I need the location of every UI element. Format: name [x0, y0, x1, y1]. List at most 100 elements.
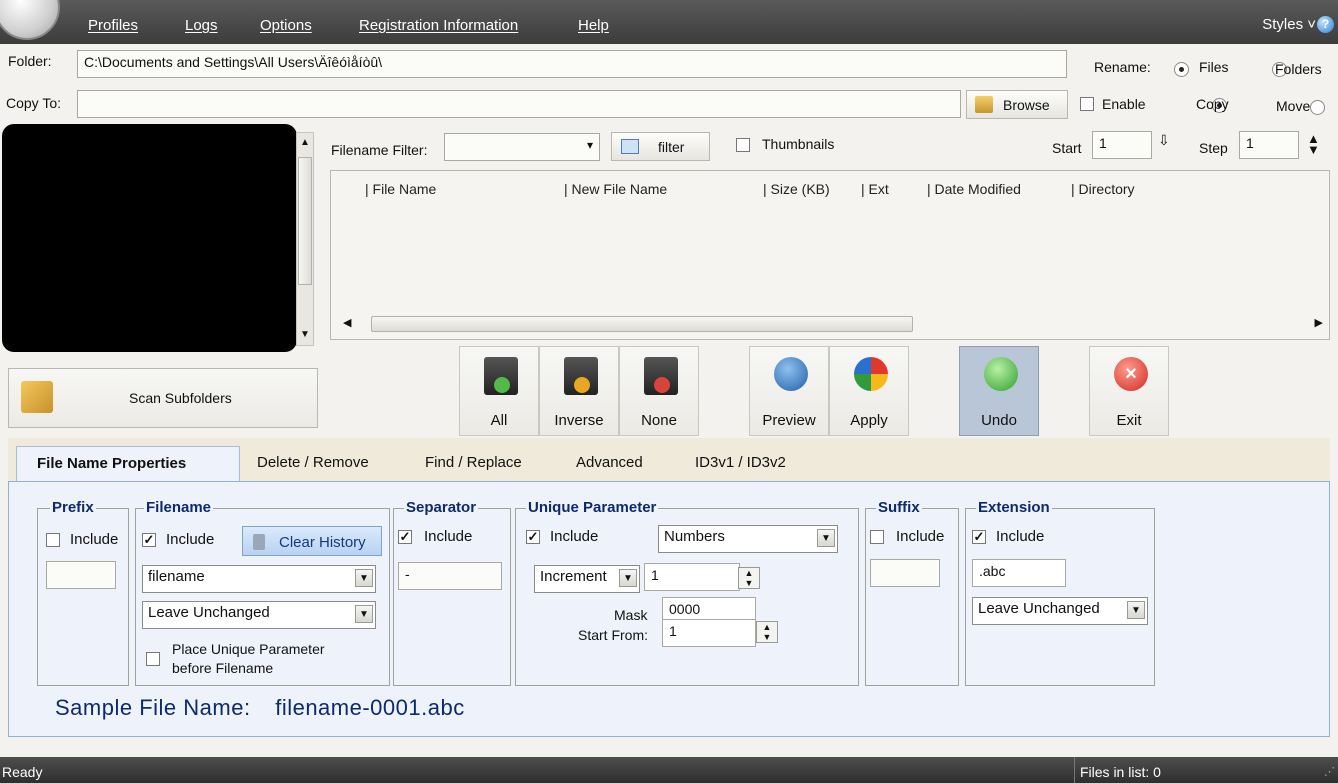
copy-to-input[interactable]: [77, 90, 961, 118]
tab-delete-remove[interactable]: Delete / Remove: [257, 454, 369, 471]
separator-input[interactable]: -: [398, 562, 502, 590]
select-none-button[interactable]: None: [619, 346, 699, 436]
filter-button[interactable]: filter: [611, 132, 710, 161]
filename-title: Filename: [144, 499, 214, 516]
menu-registration-information[interactable]: Registration Information: [359, 17, 518, 34]
help-icon[interactable]: ?: [1317, 16, 1334, 33]
file-list[interactable]: | File Name | New File Name | Size (KB) …: [330, 170, 1330, 340]
extension-include-label: Include: [996, 528, 1045, 545]
start-input[interactable]: 1: [1092, 131, 1152, 159]
clear-history-button[interactable]: Clear History: [242, 526, 382, 556]
extension-title: Extension: [976, 499, 1052, 516]
move-radio[interactable]: [1309, 99, 1325, 115]
column-header[interactable]: | Directory: [1071, 181, 1135, 197]
undo-button[interactable]: Undo: [959, 346, 1039, 436]
sample-file-name: Sample File Name: filename-0001.abc: [55, 695, 465, 721]
place-unique-checkbox[interactable]: [146, 652, 160, 666]
menu-options[interactable]: Options: [260, 17, 312, 34]
tab-id3[interactable]: ID3v1 / ID3v2: [695, 454, 786, 471]
separator-group: Separator ✓ Include -: [393, 499, 511, 686]
scroll-up-icon[interactable]: ▲: [300, 137, 310, 148]
increment-spinner-icon[interactable]: ▲ ▼: [738, 567, 760, 589]
column-header[interactable]: | Date Modified: [927, 181, 1021, 197]
step-input[interactable]: 1: [1239, 131, 1299, 159]
col-file-name: File Name: [372, 181, 437, 197]
clear-history-label: Clear History: [279, 534, 366, 551]
suffix-input[interactable]: [870, 559, 940, 587]
select-none-icon: [644, 357, 678, 395]
prefix-include-checkbox[interactable]: [46, 533, 60, 547]
folder-tree-redacted[interactable]: [2, 124, 297, 352]
folder-tree-scrollbar[interactable]: ▲ ▼: [296, 132, 314, 346]
extension-case-combo[interactable]: Leave Unchanged ▼: [972, 597, 1148, 625]
resize-grip-icon[interactable]: ⋰: [1324, 765, 1335, 778]
unique-type-combo[interactable]: Numbers ▼: [658, 525, 838, 553]
rename-files-radio[interactable]: [1174, 61, 1189, 77]
filename-include-checkbox[interactable]: ✓: [142, 533, 156, 547]
tab-file-name-properties[interactable]: File Name Properties: [16, 446, 240, 484]
dropdown-arrow-icon[interactable]: ▾: [587, 138, 593, 152]
filename-filter-combo[interactable]: ▾: [444, 133, 600, 161]
scroll-down-icon[interactable]: ▼: [300, 329, 310, 340]
scroll-thumb[interactable]: [298, 157, 312, 285]
column-header[interactable]: | Size (KB): [763, 181, 830, 197]
enable-checkbox[interactable]: [1080, 97, 1094, 111]
select-all-button[interactable]: All: [459, 346, 539, 436]
dropdown-arrow-icon[interactable]: ▼: [1127, 601, 1145, 619]
start-from-spinner-icon[interactable]: ▲ ▼: [756, 621, 778, 643]
folder-input[interactable]: C:\Documents and Settings\All Users\Äîêó…: [77, 50, 1067, 78]
select-all-label: All: [490, 412, 508, 429]
place-unique-label-2: before Filename: [172, 660, 274, 676]
exit-button[interactable]: × Exit: [1089, 346, 1169, 436]
menu-logs[interactable]: Logs: [185, 17, 218, 34]
file-list-hscrollbar[interactable]: ◀ ▶: [343, 314, 1323, 334]
select-inverse-button[interactable]: Inverse: [539, 346, 619, 436]
tab-find-replace[interactable]: Find / Replace: [425, 454, 522, 471]
column-header[interactable]: | New File Name: [564, 181, 667, 197]
app-logo-icon[interactable]: [0, 0, 60, 40]
dropdown-arrow-icon[interactable]: ▼: [619, 569, 637, 587]
start-spin-icon[interactable]: ⇩: [1158, 132, 1170, 149]
sample-label: Sample File Name:: [55, 695, 251, 720]
copy-label: Copy: [1196, 96, 1229, 112]
filename-case-combo[interactable]: Leave Unchanged ▼: [142, 601, 376, 629]
unique-include-checkbox[interactable]: ✓: [526, 530, 540, 544]
suffix-title: Suffix: [876, 499, 922, 516]
filename-filter-label: Filename Filter:: [331, 142, 428, 158]
preview-button[interactable]: Preview: [749, 346, 829, 436]
step-spin-icon[interactable]: ▲ ▼: [1307, 132, 1320, 156]
filename-combo[interactable]: filename ▼: [142, 565, 376, 593]
browse-button[interactable]: Browse: [966, 90, 1068, 119]
separator-include-checkbox[interactable]: ✓: [398, 530, 412, 544]
menu-profiles[interactable]: Profiles: [88, 17, 138, 34]
hscroll-thumb[interactable]: [371, 316, 913, 332]
unique-parameter-title: Unique Parameter: [526, 499, 659, 516]
start-from-label: Start From:: [578, 627, 649, 643]
scroll-right-icon[interactable]: ▶: [1315, 316, 1323, 329]
extension-include-checkbox[interactable]: ✓: [972, 530, 986, 544]
windows-folder-icon: [21, 381, 53, 413]
dropdown-arrow-icon[interactable]: ▼: [355, 605, 373, 623]
menu-help[interactable]: Help: [578, 17, 609, 34]
unique-mode-combo[interactable]: Increment ▼: [534, 565, 640, 593]
separator-include-label: Include: [424, 528, 473, 545]
status-bar: Ready Files in list: 0 ⋰: [0, 757, 1338, 783]
folder-label: Folder:: [8, 53, 52, 69]
apply-icon: [854, 357, 888, 391]
column-header[interactable]: | Ext: [861, 181, 889, 197]
tab-advanced[interactable]: Advanced: [576, 454, 643, 471]
column-header[interactable]: | File Name: [365, 181, 436, 197]
dropdown-arrow-icon[interactable]: ▼: [355, 569, 373, 587]
styles-menu[interactable]: Styles ˅: [1262, 16, 1316, 33]
start-from-input[interactable]: 1: [662, 619, 756, 647]
apply-button[interactable]: Apply: [829, 346, 909, 436]
dropdown-arrow-icon[interactable]: ▼: [817, 529, 835, 547]
increment-input[interactable]: 1: [644, 563, 740, 591]
unique-parameter-group: Unique Parameter ✓ Include Numbers ▼ Inc…: [515, 499, 859, 686]
prefix-input[interactable]: [46, 561, 116, 589]
scan-subfolders-button[interactable]: Scan Subfolders: [8, 368, 318, 428]
suffix-include-checkbox[interactable]: [870, 530, 884, 544]
scroll-left-icon[interactable]: ◀: [343, 316, 351, 329]
extension-input[interactable]: .abc: [972, 559, 1066, 587]
thumbnails-checkbox[interactable]: [736, 138, 750, 152]
